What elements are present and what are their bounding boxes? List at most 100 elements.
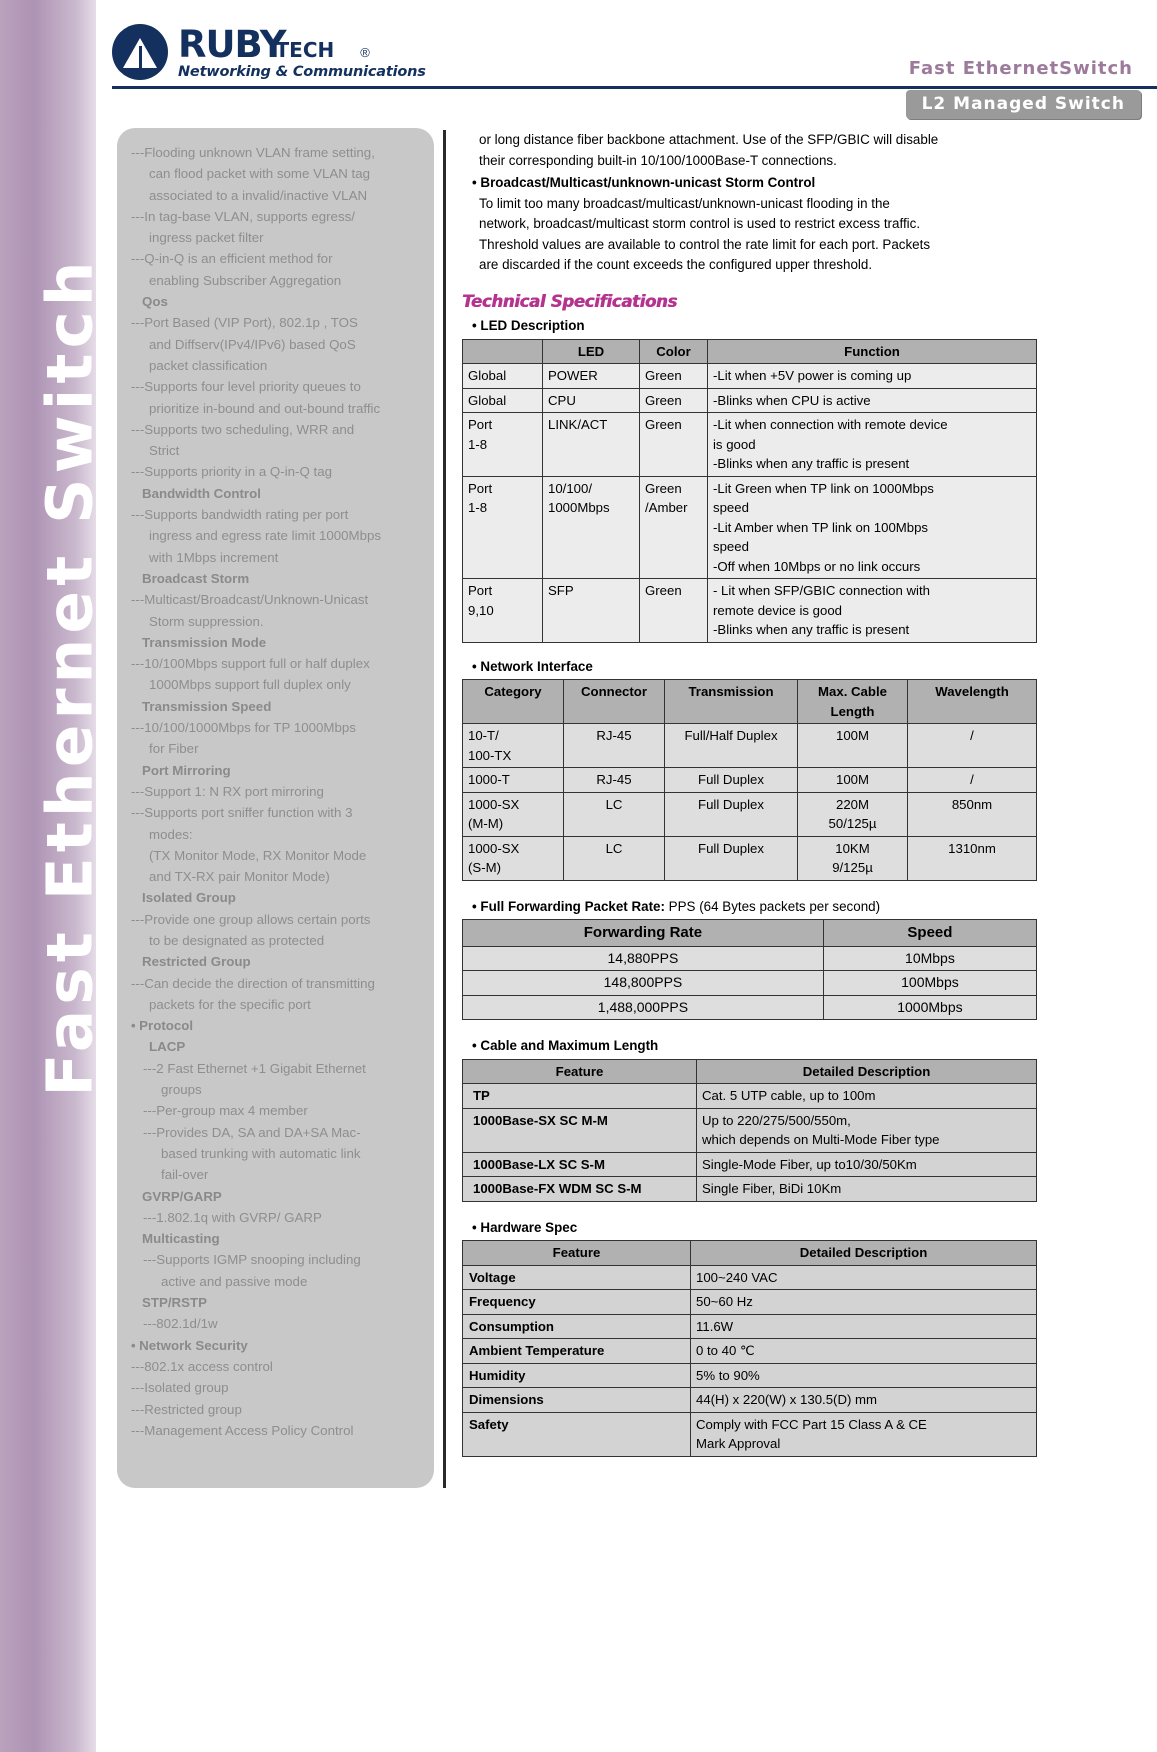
column-header: Color <box>639 338 708 364</box>
left-feature-panel: ---Flooding unknown VLAN frame setting, c… <box>117 128 434 1488</box>
cell-line: speed <box>713 539 749 554</box>
storm-control-body: To limit too many broadcast/multicast/un… <box>479 194 1037 276</box>
feature-line: groups <box>161 1082 202 1098</box>
forwarding-rate-heading-bold: Full Forwarding Packet Rate: <box>480 898 665 914</box>
table-cell: - Lit when SFP/GBIC connection with remo… <box>707 578 1037 643</box>
feature-line: ---Port Based (VIP Port), 802.1p , TOS <box>131 315 358 331</box>
table-header-row: Feature Detailed Description <box>462 1240 1037 1266</box>
feature-line: ---Supports bandwidth rating per port <box>131 507 349 523</box>
table-row: 1000-T RJ-45 Full Duplex 100M / <box>462 767 1037 793</box>
logo-sub-brand: TECH <box>275 38 335 62</box>
table-cell: 10Mbps <box>822 945 1038 971</box>
table-row: Frequency 50~60 Hz <box>462 1289 1037 1315</box>
cell-line: -Off when 10Mbps or no link occurs <box>713 558 921 574</box>
table-cell: 50~60 Hz <box>690 1289 1037 1315</box>
feature-line: can flood packet with some VLAN tag <box>149 166 370 182</box>
cell-line: -Lit when connection with remote device <box>713 417 948 432</box>
table-cell: 148,800PPS <box>462 970 824 996</box>
table-cell: 220M 50/125µ <box>797 791 908 837</box>
table-cell: Comply with FCC Part 15 Class A & CE Mark… <box>690 1411 1037 1457</box>
feature-line: active and passive mode <box>161 1273 308 1289</box>
feature-line: ---Per-group max 4 member <box>143 1103 308 1119</box>
table-cell: Green/Amber <box>639 475 708 579</box>
feature-line: and Diffserv(IPv4/IPv6) based QoS <box>149 336 356 352</box>
table-cell: 100M <box>797 723 908 768</box>
feature-line: ---Q-in-Q is an efficient method for <box>131 251 333 267</box>
table-cell: 0 to 40 ℃ <box>690 1338 1037 1364</box>
feature-line: ---10/100/1000Mbps for TP 1000Mbps <box>131 720 356 736</box>
feature-line: for Fiber <box>149 741 199 757</box>
network-interface-heading: Network Interface <box>472 657 1037 678</box>
column-divider <box>443 130 446 1488</box>
feature-line: ---Isolated group <box>131 1380 229 1396</box>
logo-wordmark: RUBY TECH ® Networking & Communications <box>178 24 426 80</box>
intro-paragraph: or long distance fiber backbone attachme… <box>479 130 1037 171</box>
table-cell: Green <box>639 363 708 389</box>
column-header: Forwarding Rate <box>462 919 824 947</box>
table-cell: Humidity <box>462 1362 691 1388</box>
logo-brand: RUBY <box>178 23 287 66</box>
table-cell: 5% to 90% <box>690 1362 1037 1388</box>
paragraph-line: or long distance fiber backbone attachme… <box>479 132 939 147</box>
table-header-row: Category Connector Transmission Max. Cable … <box>462 679 1037 724</box>
forwarding-rate-heading-normal: PPS (64 Bytes packets per second) <box>664 898 881 914</box>
paragraph-line: To limit too many broadcast/multicast/un… <box>479 195 890 211</box>
table-row: 1000Base-FX WDM SC S-M Single Fiber, BiDi… <box>462 1176 1037 1202</box>
table-cell: 1000-T <box>462 767 564 793</box>
feature-line: based trunking with automatic link <box>161 1145 361 1161</box>
table-row: 148,800PPS 100Mbps <box>462 970 1038 996</box>
feature-line: ---Supports two scheduling, WRR and <box>131 421 355 437</box>
column-header: Wavelength <box>907 679 1037 724</box>
feature-line: ---10/100Mbps support full or half duple… <box>131 656 370 672</box>
table-row: 1000-SX (M-M) LC Full Duplex 220M 50/125µ 850n… <box>462 791 1037 837</box>
table-cell: 850nm <box>907 791 1037 837</box>
feature-line: ---2 Fast Ethernet +1 Gigabit Ethernet <box>143 1060 366 1076</box>
feature-line: to be designated as protected <box>149 932 325 948</box>
feature-heading: LACP <box>149 1039 186 1055</box>
cell-line: -Blinks when CPU is active <box>713 392 871 408</box>
hardware-spec-table: Feature Detailed Description Voltage 100~2… <box>462 1240 1037 1457</box>
feature-heading: Transmission Mode <box>142 634 267 650</box>
forwarding-rate-table: Forwarding Rate Speed 14,880PPS 10Mbps 148,… <box>462 919 1038 1020</box>
feature-heading: Qos <box>142 294 168 310</box>
feature-line: ---Multicast/Broadcast/Unknown-Unicast <box>131 592 369 608</box>
feature-line: ---1.802.1q with GVRP/ GARP <box>143 1209 322 1225</box>
cell-line: -Lit Amber when TP link on 100Mbps <box>713 519 929 535</box>
cell-line: is good <box>713 436 756 452</box>
table-cell: SFP <box>542 578 640 643</box>
page-spine: Fast Ethernet Switch <box>0 0 107 1752</box>
table-cell: 10/100/1000Mbps <box>542 475 640 579</box>
feature-line: 1000Mbps support full duplex only <box>149 677 351 693</box>
table-cell: 100~240 VAC <box>690 1264 1037 1290</box>
spine-edge-divider <box>96 0 101 1752</box>
table-cell: Global <box>462 387 543 413</box>
table-cell: 14,880PPS <box>462 945 824 971</box>
feature-heading: Bandwidth Control <box>142 485 261 501</box>
company-logo: RUBY TECH ® Networking & Communications <box>112 24 426 80</box>
table-cell: Ambient Temperature <box>462 1338 691 1364</box>
led-description-heading: LED Description <box>472 316 1037 337</box>
feature-line: ingress and egress rate limit 1000Mbps <box>149 528 382 544</box>
table-cell: Full/Half Duplex <box>664 723 798 768</box>
feature-line: associated to a invalid/inactive VLAN <box>149 187 368 203</box>
column-header: Detailed Description <box>690 1240 1037 1266</box>
table-cell: Single-Mode Fiber, up to10/30/50Km <box>696 1151 1037 1177</box>
table-cell: Port 1-8 <box>462 412 543 477</box>
page-header: RUBY TECH ® Networking & Communications … <box>96 0 1157 122</box>
cell-line: -Blinks when any traffic is present <box>713 622 910 637</box>
table-cell: Green <box>639 578 708 643</box>
table-cell: 1,488,000PPS <box>462 994 824 1020</box>
feature-heading: Restricted Group <box>142 954 251 970</box>
table-cell: 1000Mbps <box>822 994 1038 1020</box>
column-header: Category <box>462 679 564 724</box>
table-row: TP Cat. 5 UTP cable, up to 100m <box>462 1083 1037 1109</box>
cable-length-heading: Cable and Maximum Length <box>472 1036 1037 1057</box>
table-row: Dimensions 44(H) x 220(W) x 130.5(D) mm <box>462 1387 1037 1413</box>
table-cell: 44(H) x 220(W) x 130.5(D) mm <box>690 1387 1037 1413</box>
feature-line: packets for the specific port <box>149 996 311 1012</box>
table-cell: 1000Base-FX WDM SC S-M <box>462 1176 697 1202</box>
hardware-spec-heading: Hardware Spec <box>472 1218 1037 1239</box>
table-row: Safety Comply with FCC Part 15 Class A & … <box>462 1411 1037 1457</box>
cell-line: speed <box>713 500 749 515</box>
feature-line: Strict <box>149 443 180 459</box>
